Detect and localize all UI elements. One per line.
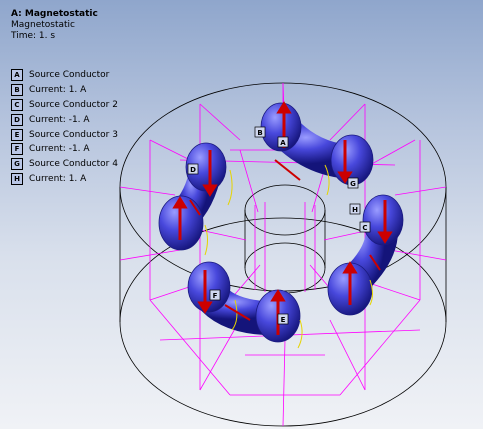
model-viewport[interactable]: A B C D E F G H	[0, 0, 483, 429]
marker-label: A	[280, 139, 286, 147]
marker-d[interactable]: D	[187, 163, 199, 175]
marker-g[interactable]: G	[347, 177, 359, 189]
mesh-line	[119, 186, 176, 196]
mesh-line	[282, 339, 286, 427]
marker-a[interactable]: A	[277, 136, 289, 148]
mesh-line	[199, 319, 241, 391]
mesh-line	[389, 249, 447, 261]
mesh-line	[239, 149, 259, 213]
mesh-line	[329, 103, 366, 141]
mesh-line	[199, 103, 241, 141]
marker-label: G	[350, 180, 356, 188]
marker-b[interactable]: B	[254, 126, 266, 138]
inner-top-ellipse	[244, 184, 326, 236]
marker-label: D	[190, 166, 196, 174]
mesh-line	[369, 139, 416, 166]
seam-line	[204, 224, 208, 256]
mesh-line	[394, 186, 447, 196]
marker-c[interactable]: C	[359, 221, 371, 233]
marker-f[interactable]: F	[209, 289, 221, 301]
marker-label: F	[213, 292, 218, 300]
mesh-line	[329, 319, 366, 391]
marker-label: E	[281, 316, 286, 324]
marker-label: B	[257, 129, 262, 137]
marker-h[interactable]: H	[349, 203, 361, 215]
seam-line	[227, 169, 233, 206]
marker-label: H	[352, 206, 358, 214]
marker-e[interactable]: E	[277, 313, 289, 325]
marker-label: C	[362, 224, 367, 232]
conductor-end	[330, 134, 374, 186]
